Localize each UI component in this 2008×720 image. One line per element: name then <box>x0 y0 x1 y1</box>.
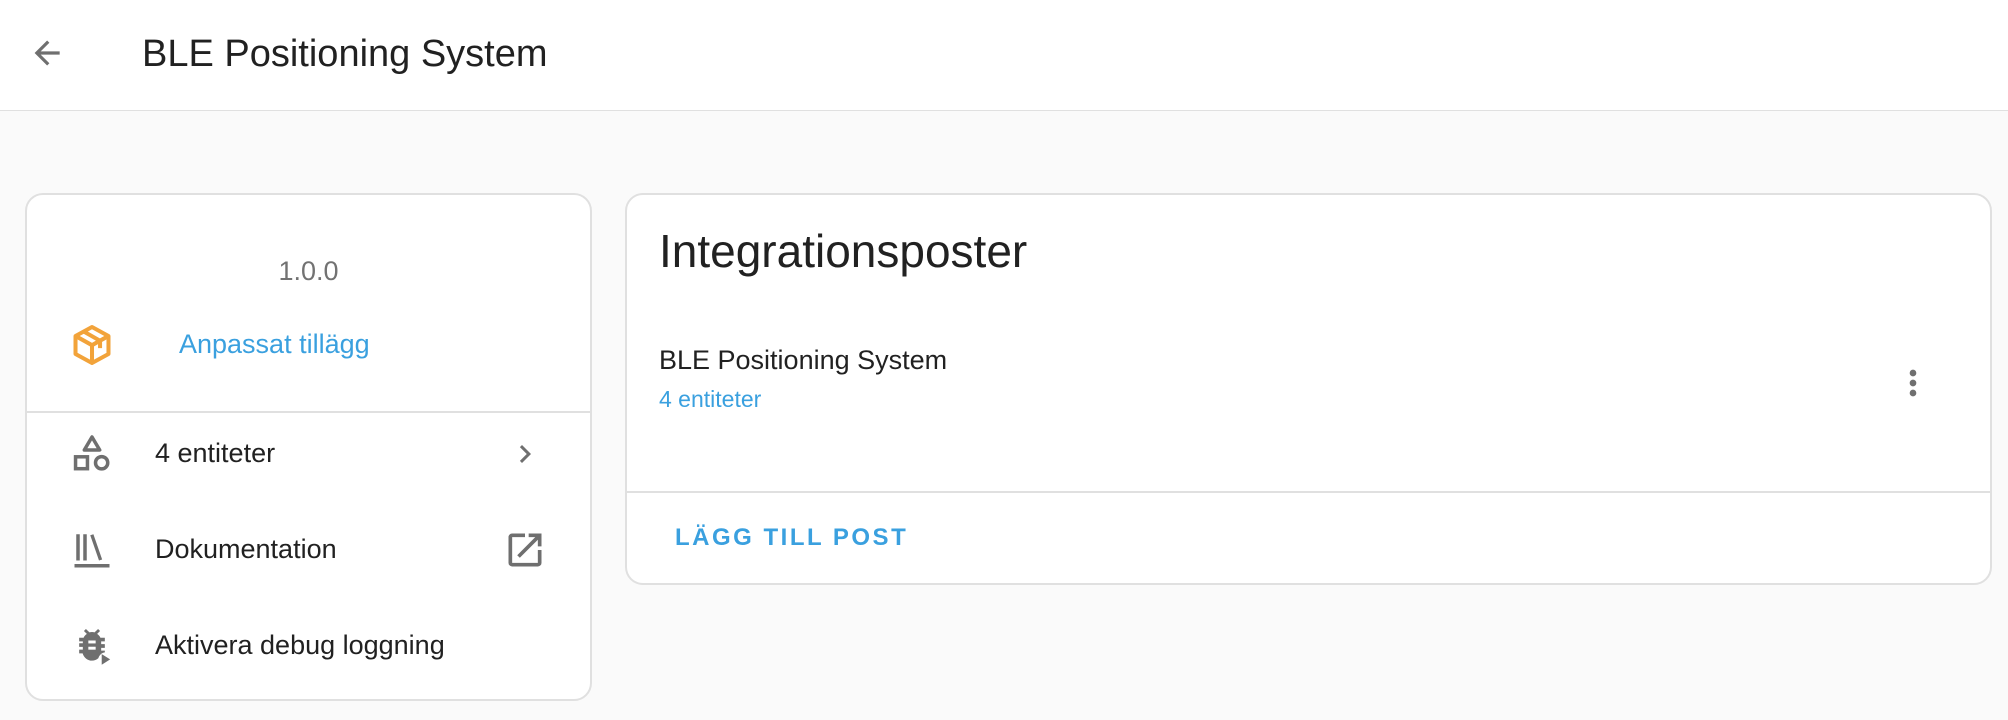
divider <box>627 491 1990 493</box>
add-entry-button[interactable]: LÄGG TILL POST <box>657 513 926 563</box>
entry-name: BLE Positioning System <box>659 345 948 375</box>
entries-card-title: Integrationsposter <box>659 225 1028 277</box>
debug-logging-label: Aktivera debug loggning <box>155 630 445 660</box>
open-in-new-icon <box>502 527 548 573</box>
entities-row[interactable]: 4 entiteter <box>27 414 590 494</box>
integration-version: 1.0.0 <box>278 256 339 286</box>
top-app-bar: BLE Positioning System <box>0 0 2008 111</box>
integration-entries-card: Integrationsposter BLE Positioning Syste… <box>625 193 1992 585</box>
documentation-label: Dokumentation <box>155 534 337 564</box>
divider <box>27 411 590 413</box>
integration-info-card: 1.0.0 Anpassat tillägg 4 entiteter Dokum… <box>25 193 592 701</box>
entry-overflow-menu-button[interactable] <box>1888 360 1938 410</box>
back-button[interactable] <box>22 30 72 80</box>
bookshelf-icon <box>67 525 117 575</box>
bug-play-icon <box>67 621 117 671</box>
custom-integration-link[interactable]: Anpassat tillägg <box>179 329 370 360</box>
dots-vertical-icon <box>1893 363 1933 408</box>
entities-label: 4 entiteter <box>155 438 276 468</box>
shape-outline-icon <box>67 429 117 479</box>
documentation-row[interactable]: Dokumentation <box>27 510 590 590</box>
custom-integration-row: Anpassat tillägg <box>67 320 370 370</box>
entry-entities-link[interactable]: 4 entiteter <box>659 386 761 413</box>
arrow-left-icon <box>28 34 66 77</box>
debug-logging-row[interactable]: Aktivera debug loggning <box>27 606 590 686</box>
config-entry-row[interactable]: BLE Positioning System 4 entiteter <box>627 340 1990 450</box>
chevron-right-icon <box>502 431 548 477</box>
package-variant-icon <box>67 320 117 370</box>
page-title: BLE Positioning System <box>142 33 548 75</box>
